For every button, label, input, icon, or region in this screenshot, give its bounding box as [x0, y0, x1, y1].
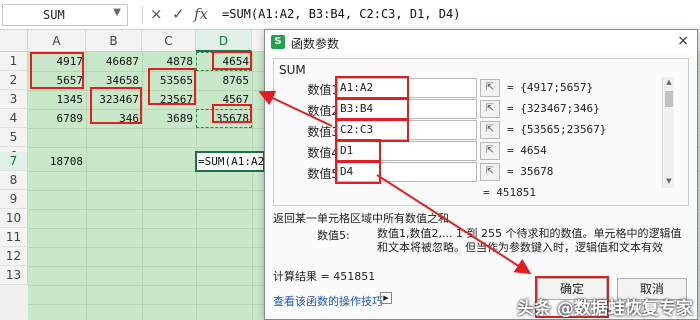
arg-label-4: 数值4 [307, 146, 339, 160]
row-header-8[interactable]: 8 [0, 171, 28, 190]
row-header-11[interactable]: 11 [0, 228, 28, 247]
row-header-2[interactable]: 2 [0, 71, 28, 90]
cell-b1[interactable]: 46687 [86, 52, 142, 71]
column-header-d[interactable]: D [196, 30, 252, 52]
cell-a7[interactable]: 18708 [28, 152, 86, 171]
row-header-9[interactable]: 9 [0, 190, 28, 209]
arg-description-label: 数值5: [317, 229, 350, 242]
chevron-down-icon[interactable]: ▼ [113, 7, 121, 18]
arg-value-3: = {53565;23567} [507, 123, 607, 136]
arg-value-5: = 35678 [507, 165, 554, 178]
row-header-3[interactable]: 3 [0, 90, 28, 109]
arg-label-2: 数值2 [307, 104, 339, 118]
close-icon[interactable]: × [677, 33, 689, 49]
range-picker-icon[interactable]: ⇱ [480, 142, 500, 160]
arg-value-1: = {4917;5657} [507, 81, 594, 94]
confirm-icon[interactable]: ✓ [172, 5, 185, 23]
cell-c4[interactable]: 3689 [142, 109, 196, 128]
highlight-cell-d4 [212, 104, 252, 123]
row-header-12[interactable]: 12 [0, 247, 28, 266]
range-picker-icon[interactable]: ⇱ [480, 79, 500, 97]
name-box-value: SUM [43, 8, 65, 22]
function-name: SUM [279, 63, 306, 77]
arg-label-5: 数值5 [307, 167, 339, 181]
scroll-thumb[interactable] [665, 91, 673, 107]
row-header-1[interactable]: 1 [0, 52, 28, 71]
range-picker-icon[interactable]: ⇱ [480, 121, 500, 139]
dialog-title-bar[interactable]: S 函数参数 × [265, 30, 697, 54]
fx-icon[interactable]: fx [194, 5, 208, 23]
function-description: 返回某一单元格区域中所有数值之和 [273, 212, 449, 225]
formula-bar-divider [142, 6, 143, 24]
function-arguments-dialog: S 函数参数 × SUM 数值1 A1:A2 ⇱ = {4917;5657} 数… [264, 29, 698, 320]
arg-value-2: = {323467;346} [507, 102, 600, 115]
arg-label-3: 数值3 [307, 125, 339, 139]
dialog-title: 函数参数 [291, 37, 340, 51]
function-help-link[interactable]: 查看该函数的操作技巧 [273, 293, 383, 309]
wps-spreadsheet-logo-icon: S [271, 35, 285, 49]
column-header-b[interactable]: B [86, 30, 142, 52]
scroll-down-icon[interactable]: ▼ [664, 177, 674, 187]
cell-d2[interactable]: 8765 [196, 71, 252, 90]
arg-value-4: = 4654 [507, 144, 547, 157]
column-header-a[interactable]: A [28, 30, 86, 52]
row-header-5[interactable]: 5 [0, 128, 28, 147]
row-header-4[interactable]: 4 [0, 109, 28, 128]
arg-description-text: 数值1,数值2,... 1 到 255 个待求和的数值。单元格中的逻辑值和文本将… [377, 227, 682, 254]
range-picker-icon[interactable]: ⇱ [480, 100, 500, 118]
scroll-up-icon[interactable]: ▲ [664, 78, 674, 88]
formula-input[interactable]: =SUM(A1:A2, B3:B4, C2:C3, D1, D4) [222, 7, 460, 21]
formula-bar: SUM ▼ × ✓ fx =SUM(A1:A2, B3:B4, C2:C3, D… [0, 0, 700, 30]
highlight-range-a1-a2 [30, 52, 84, 89]
column-header-c[interactable]: C [142, 30, 196, 52]
cell-a3[interactable]: 1345 [28, 90, 86, 109]
arg-label-1: 数值1 [307, 83, 339, 97]
highlight-range-c2-c3 [148, 68, 196, 105]
name-box[interactable]: SUM ▼ [2, 4, 128, 26]
row-header-10[interactable]: 10 [0, 209, 28, 228]
row-header-7[interactable]: 7 [0, 152, 28, 171]
video-tip-icon[interactable]: ▶ [380, 292, 392, 304]
cancel-icon[interactable]: × [150, 5, 163, 23]
watermark: 头条 @数据蛙恢复专家 [517, 299, 693, 319]
cell-a4[interactable]: 6789 [28, 109, 86, 128]
highlight-range-b3-b4 [90, 87, 142, 124]
row-header-13[interactable]: 13 [0, 266, 28, 285]
select-all-corner[interactable] [0, 30, 28, 52]
calculation-result: 计算结果 = 451851 [273, 270, 376, 283]
range-picker-icon[interactable]: ⇱ [480, 163, 500, 181]
function-total: = 451851 [483, 186, 536, 199]
highlight-arg-input-5 [335, 160, 381, 184]
highlight-cell-d1 [212, 51, 252, 70]
cell-d7-formula[interactable]: =SUM(A1:A2, [195, 152, 265, 171]
arguments-scrollbar[interactable]: ▲ ▼ [662, 77, 674, 188]
